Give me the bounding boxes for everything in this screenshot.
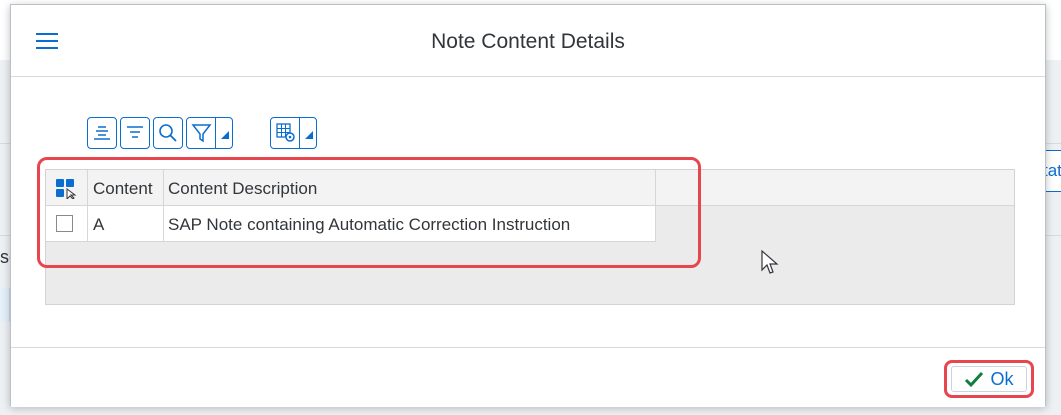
filter-dropdown[interactable] — [215, 117, 233, 149]
ok-button[interactable]: Ok — [951, 366, 1027, 392]
checkmark-icon — [965, 371, 984, 388]
dropdown-triangle-icon — [305, 131, 313, 139]
table-settings-button[interactable] — [270, 117, 300, 149]
sort-button[interactable] — [120, 117, 150, 149]
filter-icon — [191, 124, 212, 143]
ok-label: Ok — [990, 368, 1014, 389]
dialog-footer — [11, 347, 1045, 407]
ok-button-highlight[interactable]: Ok — [944, 360, 1034, 398]
filter-button[interactable] — [186, 117, 216, 149]
table-settings-dropdown[interactable] — [299, 117, 317, 149]
sort-icon — [127, 126, 143, 138]
background-selected-row — [0, 288, 10, 322]
table-highlight-box — [37, 157, 701, 268]
table-settings-icon — [276, 123, 295, 142]
search-button[interactable] — [153, 117, 183, 149]
dialog-title: Note Content Details — [431, 30, 625, 53]
column-header-spacer — [656, 170, 1016, 206]
align-center-button[interactable] — [87, 117, 117, 149]
dialog-header: Note Content Details — [11, 5, 1045, 77]
note-content-dialog: Note Content Details Content Content Des… — [10, 4, 1046, 407]
align-center-icon — [94, 126, 110, 140]
dropdown-triangle-icon — [221, 131, 229, 139]
search-icon — [159, 124, 177, 142]
mouse-cursor-icon — [761, 250, 779, 274]
